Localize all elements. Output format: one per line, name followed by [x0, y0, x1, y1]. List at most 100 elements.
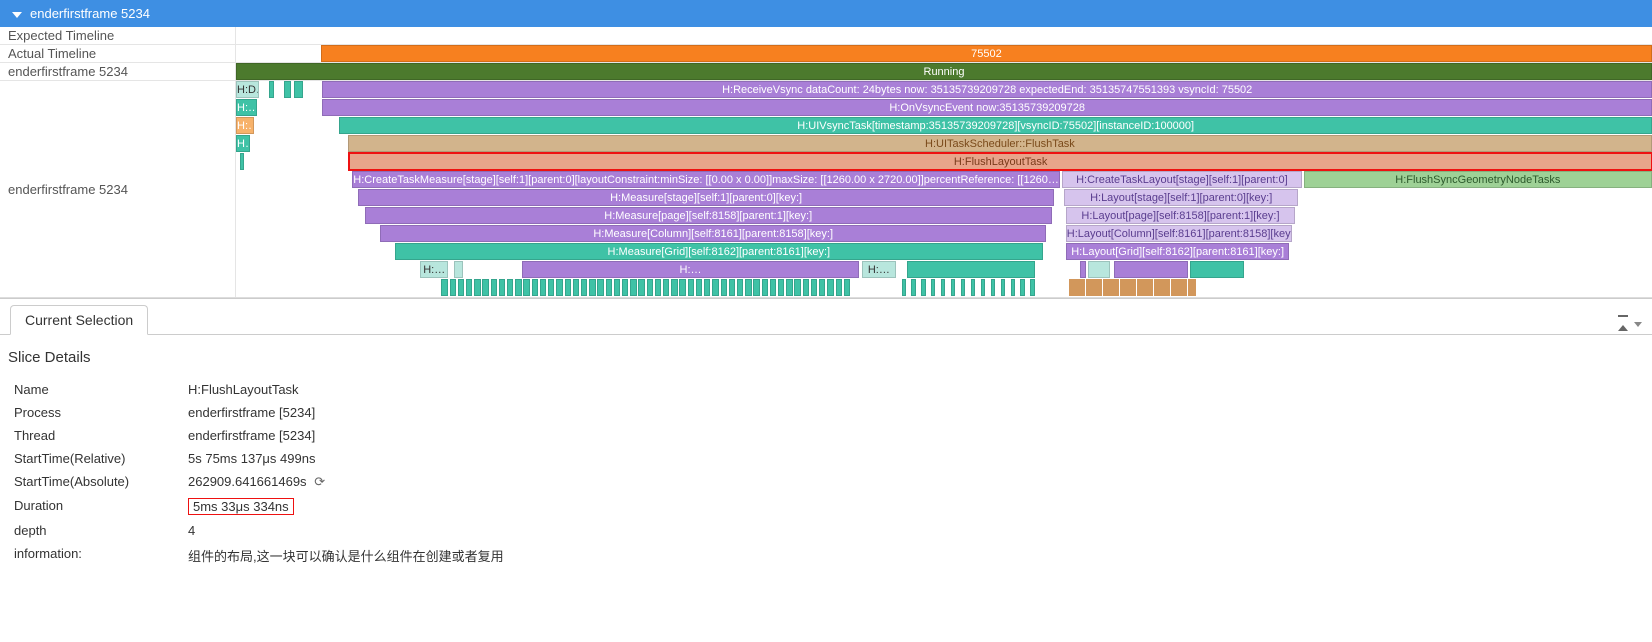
slice[interactable]: H:… [420, 261, 448, 278]
slice-tiny[interactable] [655, 279, 661, 296]
window-header[interactable]: enderfirstframe 5234 [0, 0, 1652, 27]
slice-tiny[interactable] [902, 279, 906, 296]
slice[interactable] [1080, 261, 1086, 278]
slice[interactable]: H:… [862, 261, 896, 278]
slice-tiny[interactable] [762, 279, 768, 296]
slice[interactable] [454, 261, 462, 278]
chevron-down-icon[interactable] [12, 6, 22, 21]
slice-tiny[interactable] [931, 279, 935, 296]
slice-tiny[interactable] [753, 279, 759, 296]
slice[interactable]: H:D… [236, 81, 259, 98]
slice-tiny[interactable] [811, 279, 817, 296]
slice-tiny[interactable] [663, 279, 669, 296]
slice-tiny[interactable] [630, 279, 636, 296]
slice-tiny[interactable] [961, 279, 965, 296]
slice-tiny[interactable] [597, 279, 603, 296]
slice-tiny[interactable] [581, 279, 587, 296]
slice-tiny[interactable] [638, 279, 644, 296]
slice[interactable]: H:… [236, 117, 254, 134]
slice-tiny[interactable] [671, 279, 677, 296]
slice[interactable] [284, 81, 291, 98]
slice-tiny[interactable] [991, 279, 995, 296]
slice-tiny[interactable] [458, 279, 464, 296]
slice-tiny[interactable] [679, 279, 685, 296]
slice-tiny[interactable] [770, 279, 776, 296]
slice[interactable]: H:CreateTaskLayout[stage][self:1][parent… [1062, 171, 1303, 188]
slice-tiny[interactable] [688, 279, 694, 296]
slice[interactable] [269, 81, 275, 98]
slice-tiny[interactable] [729, 279, 735, 296]
slice-tiny[interactable] [515, 279, 521, 296]
slice-tiny[interactable] [466, 279, 472, 296]
slice[interactable]: H:… [236, 99, 257, 116]
slice-tiny[interactable] [540, 279, 546, 296]
slice-selected[interactable]: H:FlushLayoutTask [349, 153, 1652, 170]
slice[interactable]: H:Measure[page][self:8158][parent:1][key… [365, 207, 1052, 224]
slice[interactable]: H:Layout[stage][self:1][parent:0][key:] [1064, 189, 1298, 206]
slice-tiny[interactable] [573, 279, 579, 296]
slice-tiny[interactable] [647, 279, 653, 296]
slice[interactable] [1190, 261, 1244, 278]
slice[interactable] [294, 81, 302, 98]
refresh-icon[interactable]: ⟳ [314, 474, 325, 490]
slice-tiny[interactable] [1030, 279, 1034, 296]
slice-tiny[interactable] [786, 279, 792, 296]
slice-tiny[interactable] [565, 279, 571, 296]
slice-tiny[interactable] [794, 279, 800, 296]
running-bar[interactable]: Running [236, 63, 1652, 80]
slice-tiny[interactable] [921, 279, 925, 296]
slice-tiny[interactable] [971, 279, 975, 296]
slice[interactable]: H:FlushSyncGeometryNodeTasks [1304, 171, 1652, 188]
slice[interactable]: H:UITaskScheduler::FlushTask [348, 135, 1652, 152]
slice[interactable] [1088, 261, 1109, 278]
slice[interactable]: H:… [522, 261, 859, 278]
track[interactable]: Running [236, 63, 1652, 80]
slice-tiny[interactable] [532, 279, 538, 296]
slice[interactable] [240, 153, 244, 170]
slice-tiny[interactable] [1001, 279, 1005, 296]
slice-tiny[interactable] [827, 279, 833, 296]
slice-tiny[interactable] [1020, 279, 1024, 296]
slice-tiny[interactable] [606, 279, 612, 296]
slice-tiny[interactable] [1011, 279, 1015, 296]
slice-tiny[interactable] [482, 279, 488, 296]
slice[interactable]: H:OnVsyncEvent now:35135739209728 [322, 99, 1652, 116]
track[interactable]: 75502 [236, 45, 1652, 62]
slice[interactable]: H:Measure[Column][self:8161][parent:8158… [380, 225, 1046, 242]
slice-tiny[interactable] [1194, 279, 1196, 296]
row-expected[interactable]: Expected Timeline [0, 27, 1652, 45]
slice[interactable]: H:Layout[Column][self:8161][parent:8158]… [1066, 225, 1293, 242]
row-actual[interactable]: Actual Timeline 75502 [0, 45, 1652, 63]
slice-tiny[interactable] [523, 279, 529, 296]
flame-track[interactable]: H:D… H:ReceiveVsync dataCount: 24bytes n… [236, 81, 1652, 297]
slice[interactable]: H:Layout[Grid][self:8162][parent:8161][k… [1066, 243, 1290, 260]
slice-tiny[interactable] [911, 279, 915, 296]
frame-badge[interactable]: 75502 [321, 45, 1652, 62]
slice-tiny[interactable] [803, 279, 809, 296]
slice[interactable]: H:UIVsyncTask[timestamp:35135739209728][… [339, 117, 1652, 134]
slice-tiny[interactable] [507, 279, 513, 296]
slice-tiny[interactable] [450, 279, 456, 296]
slice-tiny[interactable] [622, 279, 628, 296]
slice-tiny[interactable] [941, 279, 945, 296]
slice-tiny[interactable] [474, 279, 480, 296]
slice-tiny[interactable] [441, 279, 447, 296]
slice-tiny[interactable] [836, 279, 842, 296]
scroll-to-top-icon[interactable] [1618, 315, 1628, 334]
slice-tiny[interactable] [737, 279, 743, 296]
slice-tiny[interactable] [696, 279, 702, 296]
slice-tiny[interactable] [491, 279, 497, 296]
slice-tiny[interactable] [556, 279, 562, 296]
slice[interactable]: H… [236, 135, 250, 152]
slice-tiny[interactable] [589, 279, 595, 296]
row-thread-header[interactable]: enderfirstframe 5234 Running [0, 63, 1652, 81]
slice[interactable]: H:CreateTaskMeasure[stage][self:1][paren… [352, 171, 1060, 188]
slice[interactable] [907, 261, 1034, 278]
slice[interactable] [1114, 261, 1188, 278]
slice-tiny[interactable] [614, 279, 620, 296]
slice-tiny[interactable] [712, 279, 718, 296]
slice-tiny[interactable] [548, 279, 554, 296]
slice-tiny[interactable] [499, 279, 505, 296]
slice-tiny[interactable] [981, 279, 985, 296]
slice-tiny[interactable] [745, 279, 751, 296]
